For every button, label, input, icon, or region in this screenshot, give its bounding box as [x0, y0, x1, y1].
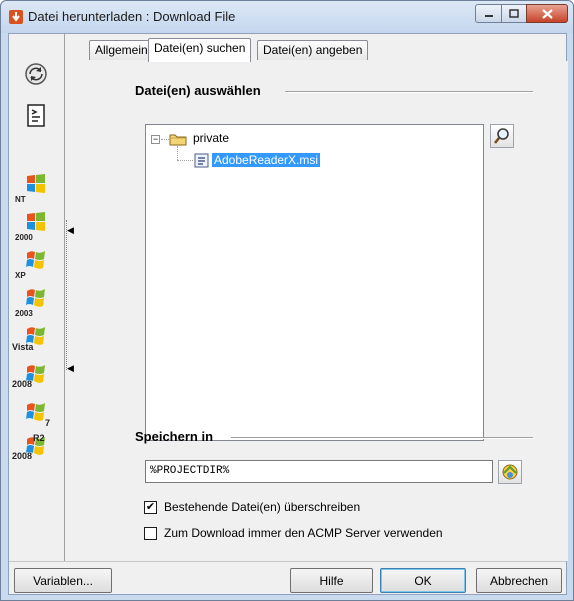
collapse-arrow-icon-lower[interactable]: ◀ [67, 364, 74, 373]
os-label-vista: Vista [12, 342, 34, 352]
button-bar: Variablen... Hilfe OK Abbrechen [9, 561, 566, 594]
overwrite-checkbox[interactable]: ✔ [144, 500, 157, 514]
save-in-divider [231, 437, 533, 439]
acmp-checkbox[interactable] [144, 526, 157, 540]
tree-folder-private[interactable]: private [193, 131, 229, 145]
tree-connector [161, 139, 169, 140]
tab-dateien-suchen[interactable]: Datei(en) suchen [148, 38, 252, 62]
dialog-client-area: NT 2000 XP 2003 Vista 2008 7 R2 2008 ◀ ◀… [8, 33, 568, 595]
collapse-arrow-icon[interactable]: ◀ [67, 226, 74, 235]
ok-button[interactable]: OK [380, 568, 466, 593]
sidebar-splitter[interactable] [66, 220, 74, 370]
folder-icon [169, 134, 187, 146]
tab-dateien-angeben[interactable]: Datei(en) angeben [257, 40, 369, 60]
browse-folder-button[interactable] [498, 460, 522, 484]
help-button[interactable]: Hilfe [290, 568, 373, 593]
tree-connector-v [177, 146, 178, 160]
select-files-label: Datei(en) auswählen [135, 83, 261, 98]
os-label-2008: 2008 [12, 379, 33, 389]
maximize-icon [509, 9, 519, 18]
script-icon[interactable] [23, 104, 49, 128]
os-label-r2: R2 [33, 433, 45, 443]
tree-file-selected[interactable]: AdobeReaderX.msi [212, 153, 321, 167]
download-app-icon [9, 10, 23, 24]
minimize-button[interactable] [475, 4, 502, 23]
folder-browse-icon [502, 464, 518, 480]
os-label-2000: 2000 [15, 233, 33, 242]
maximize-button[interactable] [501, 4, 527, 23]
overwrite-option[interactable]: ✔ Bestehende Datei(en) überschreiben [144, 500, 360, 514]
overwrite-label: Bestehende Datei(en) überschreiben [164, 500, 361, 514]
tree-expander[interactable]: − [151, 135, 160, 144]
search-button[interactable] [490, 124, 514, 148]
select-files-divider [285, 91, 533, 93]
tree-connector-h [177, 160, 193, 161]
close-button[interactable] [526, 4, 568, 23]
windows-nt-icon[interactable] [23, 172, 49, 198]
os-sidebar: NT 2000 XP 2003 Vista 2008 7 R2 2008 [9, 34, 65, 561]
file-tree[interactable]: − private AdobeReaderX.msi [145, 124, 484, 441]
windows-xp-icon[interactable] [23, 248, 49, 274]
minimize-icon [484, 14, 493, 17]
acmp-label: Zum Download immer den ACMP Server verwe… [164, 526, 443, 540]
os-label-2008-r2: 2008 [12, 451, 33, 461]
os-label-xp: XP [15, 271, 26, 280]
msi-file-icon [194, 153, 209, 168]
acmp-option[interactable]: Zum Download immer den ACMP Server verwe… [144, 526, 443, 540]
dialog-window: Datei herunterladen : Download File NT 2… [0, 0, 574, 601]
title-bar[interactable]: Datei herunterladen : Download File [1, 1, 573, 33]
save-path-input[interactable]: %PROJECTDIR% [145, 460, 493, 483]
window-title: Datei herunterladen : Download File [28, 9, 236, 24]
save-in-label: Speichern in [135, 429, 214, 444]
os-label-nt: NT [15, 195, 26, 204]
cancel-button[interactable]: Abbrechen [476, 568, 562, 593]
variables-button[interactable]: Variablen... [14, 568, 112, 593]
close-icon [541, 8, 553, 19]
tab-allgemein[interactable]: Allgemein [89, 40, 154, 60]
os-label-2003: 2003 [15, 309, 33, 318]
magnifier-icon [493, 128, 509, 144]
refresh-icon[interactable] [23, 62, 49, 86]
